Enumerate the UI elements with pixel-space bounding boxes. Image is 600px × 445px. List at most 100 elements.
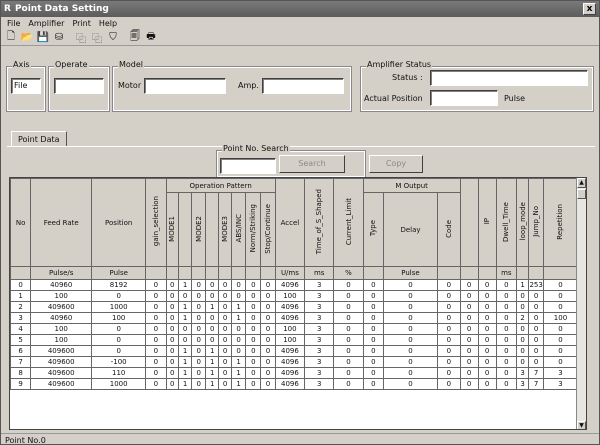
data-cell[interactable]: 100 xyxy=(91,312,147,324)
data-cell[interactable]: 0 xyxy=(191,312,206,324)
data-cell[interactable]: 4096 xyxy=(274,345,306,357)
data-cell[interactable]: 0 xyxy=(165,378,179,390)
data-cell[interactable]: 0 xyxy=(145,323,167,335)
data-cell[interactable]: 0 xyxy=(515,301,530,313)
data-cell[interactable]: 0 xyxy=(333,334,364,346)
row-number-cell[interactable]: 5 xyxy=(10,334,32,346)
data-cell[interactable]: 0 xyxy=(177,323,193,335)
data-cell[interactable]: 1 xyxy=(177,301,193,313)
data-cell[interactable]: 1 xyxy=(230,356,247,368)
column-header[interactable]: MODE2 xyxy=(191,192,206,267)
data-cell[interactable]: 1 xyxy=(204,367,220,379)
table-row[interactable]: 4 100 0 0 0 0 0 0 0 0 0 0 100 3 0 0 0 0 0 0 0 0 0 0 xyxy=(10,323,579,335)
data-cell[interactable]: 0 xyxy=(495,323,517,335)
data-cell[interactable]: 0 xyxy=(382,279,439,291)
data-cell[interactable]: 0 xyxy=(382,378,439,390)
data-cell[interactable]: 0 xyxy=(437,312,461,324)
data-cell[interactable]: 0 xyxy=(477,378,497,390)
data-cell[interactable]: 0 xyxy=(245,312,262,324)
motor-field[interactable] xyxy=(144,78,226,94)
data-cell[interactable]: 0 xyxy=(177,290,193,302)
data-cell[interactable]: 0 xyxy=(333,323,364,335)
data-cell[interactable]: 3 xyxy=(304,301,335,313)
data-cell[interactable]: 0 xyxy=(145,345,167,357)
data-cell[interactable]: 0 xyxy=(260,323,276,335)
data-cell[interactable]: 0 xyxy=(459,279,479,291)
open-folder-icon[interactable]: 📂 xyxy=(20,31,34,45)
operate-field[interactable] xyxy=(54,78,104,94)
data-cell[interactable]: 0 xyxy=(382,323,439,335)
data-cell[interactable]: 0 xyxy=(495,312,517,324)
data-cell[interactable]: 1 xyxy=(515,279,530,291)
data-cell[interactable]: 0 xyxy=(260,312,276,324)
data-cell[interactable]: 0 xyxy=(245,345,262,357)
tab-point-data[interactable]: Point Data xyxy=(11,131,67,146)
data-cell[interactable]: 0 xyxy=(165,290,179,302)
data-cell[interactable]: 0 xyxy=(528,323,544,335)
row-number-cell[interactable]: 1 xyxy=(10,290,32,302)
row-number-cell[interactable]: 0 xyxy=(10,279,32,291)
data-cell[interactable]: 0 xyxy=(191,367,206,379)
data-cell[interactable]: 4096 xyxy=(274,279,306,291)
data-cell[interactable]: 0 xyxy=(362,301,384,313)
column-header[interactable]: Current_Limit xyxy=(333,178,364,267)
axis-field[interactable]: File xyxy=(11,78,41,94)
table-row[interactable]: 6 409600 0 0 0 1 0 1 0 0 0 0 4096 3 0 0 0 0 0 0 0 0 0 0 xyxy=(10,345,579,357)
data-cell[interactable]: 0 xyxy=(260,301,276,313)
table-row[interactable]: 1 100 0 0 0 0 0 0 0 0 0 0 100 3 0 0 0 0 0 0 0 0 0 0 xyxy=(10,290,579,302)
data-cell[interactable]: 1 xyxy=(177,356,193,368)
data-cell[interactable]: 0 xyxy=(477,323,497,335)
data-cell[interactable]: 253 xyxy=(528,279,544,291)
data-cell[interactable]: 0 xyxy=(260,279,276,291)
table-row[interactable]: 3 40960 100 0 0 1 0 0 0 1 0 0 4096 3 0 0 0 0 0 0 0 2 0 100 xyxy=(10,312,579,324)
data-cell[interactable]: 1 xyxy=(177,378,193,390)
column-header[interactable]: loop_mode xyxy=(515,178,530,267)
column-header[interactable]: Jump_No xyxy=(528,178,544,267)
search-button[interactable]: Search xyxy=(279,155,345,173)
data-cell[interactable]: 40960 xyxy=(30,279,93,291)
data-cell[interactable]: 1 xyxy=(204,356,220,368)
data-cell[interactable]: 0 xyxy=(260,367,276,379)
vertical-scrollbar[interactable]: ▲ ▼ xyxy=(576,178,586,429)
column-header[interactable]: MODE1 xyxy=(165,192,179,267)
data-cell[interactable]: 7 xyxy=(528,378,544,390)
data-cell[interactable]: 1 xyxy=(204,345,220,357)
data-cell[interactable]: 0 xyxy=(165,334,179,346)
data-cell[interactable]: 0 xyxy=(333,312,364,324)
data-cell[interactable]: 0 xyxy=(477,345,497,357)
data-cell[interactable]: 0 xyxy=(542,279,579,291)
data-cell[interactable]: 1 xyxy=(230,378,247,390)
data-cell[interactable]: 0 xyxy=(495,356,517,368)
data-cell[interactable]: 0 xyxy=(204,323,220,335)
data-cell[interactable]: 0 xyxy=(362,290,384,302)
data-cell[interactable]: 0 xyxy=(362,378,384,390)
data-cell[interactable]: 0 xyxy=(260,378,276,390)
data-cell[interactable]: 1 xyxy=(230,312,247,324)
data-cell[interactable]: 0 xyxy=(91,334,147,346)
data-cell[interactable]: 0 xyxy=(165,301,179,313)
data-cell[interactable]: 1 xyxy=(177,367,193,379)
data-cell[interactable]: 0 xyxy=(230,279,247,291)
data-cell[interactable]: 0 xyxy=(333,356,364,368)
data-cell[interactable]: 0 xyxy=(165,312,179,324)
column-header[interactable]: ABS/INC xyxy=(230,192,247,267)
data-cell[interactable]: 0 xyxy=(515,334,530,346)
data-cell[interactable]: 7 xyxy=(528,367,544,379)
data-cell[interactable]: 1 xyxy=(204,378,220,390)
column-header[interactable]: Norm/Striking xyxy=(245,192,262,267)
data-cell[interactable]: 0 xyxy=(515,323,530,335)
data-cell[interactable]: 4096 xyxy=(274,378,306,390)
data-cell[interactable]: 0 xyxy=(245,356,262,368)
data-cell[interactable]: 2 xyxy=(515,312,530,324)
data-cell[interactable]: 0 xyxy=(495,301,517,313)
row-number-cell[interactable]: 2 xyxy=(10,301,32,313)
row-number-cell[interactable]: 6 xyxy=(10,345,32,357)
data-cell[interactable]: 0 xyxy=(191,279,206,291)
menu-help[interactable]: Help xyxy=(95,19,121,28)
data-cell[interactable]: 0 xyxy=(362,312,384,324)
filter-icon[interactable]: ⛉ xyxy=(106,31,120,45)
copy-button[interactable]: Copy xyxy=(369,155,423,173)
data-cell[interactable]: 0 xyxy=(204,312,220,324)
paste-icon[interactable]: ⿻ xyxy=(90,31,104,45)
data-cell[interactable]: 409600 xyxy=(30,345,93,357)
